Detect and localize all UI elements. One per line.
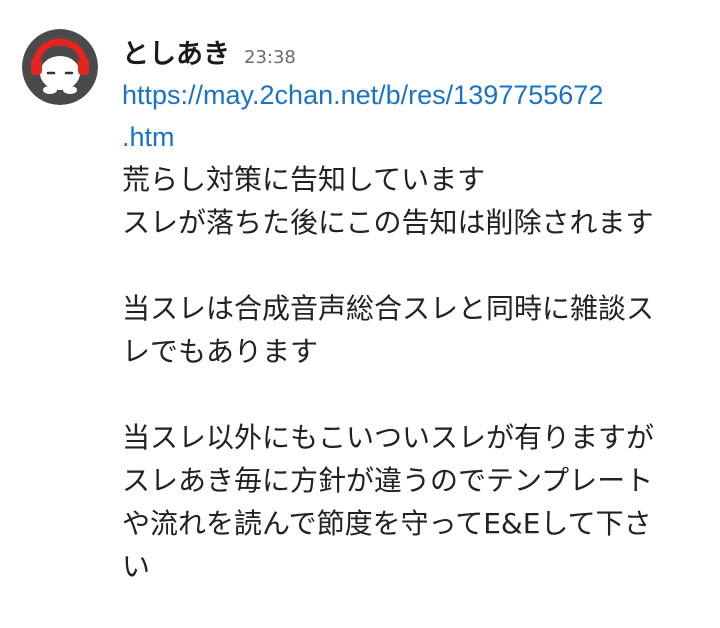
message-text-line: 当スレは合成音声総合スレと同時に雑談ス [122, 292, 655, 325]
thread-link-line-2[interactable]: .htm [122, 116, 704, 158]
author-name[interactable]: としあき [122, 32, 230, 71]
headphones-character-icon [22, 29, 98, 105]
message-timestamp: 23:38 [244, 47, 296, 68]
message-text-line: や流れを読んで節度を守ってE&Eして下さ [122, 507, 652, 540]
message-content: https://may.2chan.net/b/res/1397755672 .… [122, 74, 704, 588]
message-text-line: レでもあります [122, 335, 319, 368]
avatar[interactable] [22, 29, 98, 105]
message-text-line: い [122, 550, 151, 583]
chat-message: としあき 23:38 https://may.2chan.net/b/res/1… [0, 0, 720, 628]
message-text-line: 荒らし対策に告知しています [122, 163, 486, 196]
message-text-line: スレが落ちた後にこの告知は削除されます [122, 206, 654, 239]
message-text-line: 当スレ以外にもこいついスレが有りますが [122, 421, 655, 454]
message-text-line: スレあき毎に方針が違うのでテンプレート [122, 464, 654, 497]
message-header: としあき 23:38 [122, 32, 296, 76]
thread-link-line-1[interactable]: https://may.2chan.net/b/res/1397755672 [122, 74, 704, 116]
